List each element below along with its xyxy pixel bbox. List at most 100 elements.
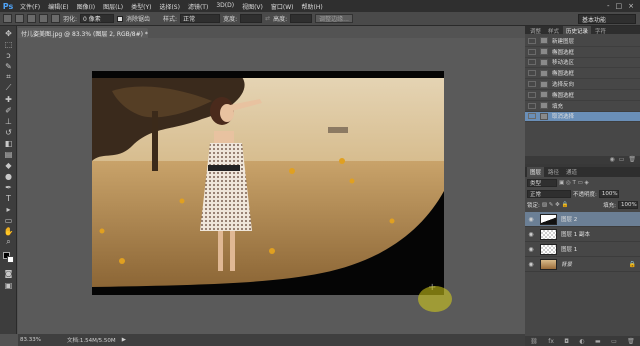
- visibility-eye-icon[interactable]: ◉: [525, 246, 537, 253]
- subtract-selection-icon[interactable]: [39, 14, 48, 23]
- menu-item[interactable]: 编辑(E): [44, 2, 72, 11]
- height-input[interactable]: [290, 14, 313, 23]
- history-source-checkbox[interactable]: [528, 113, 536, 120]
- blur-tool-icon[interactable]: ◆: [3, 160, 14, 170]
- layer-row[interactable]: ◉ 图层 1 副本: [525, 227, 640, 242]
- feather-input[interactable]: 0 像素: [80, 14, 115, 23]
- crop-tool-icon[interactable]: ⌗: [3, 72, 14, 82]
- new-layer-icon[interactable]: ▭: [611, 338, 617, 345]
- history-source-checkbox[interactable]: [528, 91, 536, 98]
- hand-tool-icon[interactable]: ✋: [3, 226, 14, 236]
- maximize-button[interactable]: □: [616, 2, 623, 10]
- history-item[interactable]: 椭圆选框: [525, 47, 640, 58]
- color-swatches-icon[interactable]: [3, 251, 14, 263]
- path-select-icon[interactable]: ▸: [3, 204, 14, 214]
- dodge-tool-icon[interactable]: ●: [3, 171, 14, 181]
- add-mask-icon[interactable]: ◘: [564, 338, 569, 345]
- link-layers-icon[interactable]: ⛓: [530, 338, 538, 345]
- history-item[interactable]: 移动选区: [525, 58, 640, 69]
- close-button[interactable]: ×: [628, 2, 634, 10]
- new-group-icon[interactable]: ▬: [595, 338, 601, 345]
- trash-icon[interactable]: 🗑: [628, 156, 636, 164]
- lasso-tool-icon[interactable]: ↄ: [3, 50, 14, 60]
- marquee-tool-preset-icon[interactable]: [3, 14, 12, 23]
- new-document-icon[interactable]: ▭: [619, 156, 625, 164]
- menu-item[interactable]: 帮助(H): [298, 2, 327, 11]
- height-label: 高度:: [273, 16, 288, 23]
- brush-tool-icon[interactable]: ✐: [3, 105, 14, 115]
- tab-channels[interactable]: 通道: [563, 167, 580, 177]
- width-input[interactable]: [240, 14, 263, 23]
- filter-icons[interactable]: ▣ ◎ T ▭ ◈: [559, 180, 589, 186]
- history-brush-icon[interactable]: ↺: [3, 127, 14, 137]
- history-source-checkbox[interactable]: [528, 102, 536, 109]
- visibility-eye-icon[interactable]: ◉: [525, 231, 537, 238]
- visibility-eye-icon[interactable]: ◉: [525, 261, 537, 268]
- menu-item[interactable]: 文件(F): [16, 2, 44, 11]
- delete-layer-icon[interactable]: 🗑: [627, 338, 635, 345]
- history-item[interactable]: 取消选择: [525, 111, 640, 123]
- menu-item[interactable]: 图像(I): [73, 2, 99, 11]
- history-item[interactable]: 新建图层: [525, 36, 640, 47]
- adjustment-layer-icon[interactable]: ◐: [579, 338, 584, 345]
- gradient-tool-icon[interactable]: ▤: [3, 149, 14, 159]
- visibility-eye-icon[interactable]: ◉: [525, 216, 537, 223]
- menu-item[interactable]: 图层(L): [99, 2, 127, 11]
- history-item[interactable]: 椭圆选框: [525, 90, 640, 101]
- menu-item[interactable]: 窗口(W): [267, 2, 298, 11]
- history-source-checkbox[interactable]: [528, 70, 536, 77]
- eyedropper-icon[interactable]: ⟋: [3, 83, 14, 93]
- workspace-select[interactable]: 基本功能: [578, 14, 636, 24]
- history-item[interactable]: 椭圆选框: [525, 68, 640, 80]
- menu-item[interactable]: 滤镜(T): [184, 2, 212, 11]
- layer-row[interactable]: ◉ 图层 1: [525, 242, 640, 257]
- history-item[interactable]: 选择反向: [525, 79, 640, 90]
- eraser-tool-icon[interactable]: ◧: [3, 138, 14, 148]
- new-snapshot-icon[interactable]: ◉: [609, 156, 614, 164]
- refine-edge-button[interactable]: 调整边缘...: [315, 14, 353, 23]
- menu-item[interactable]: 选择(S): [155, 2, 184, 11]
- layer-row[interactable]: ◉ 图层 2: [525, 212, 640, 227]
- screen-mode-icon[interactable]: ▣: [3, 280, 14, 290]
- antialias-checkbox[interactable]: [117, 15, 124, 22]
- type-tool-icon[interactable]: T: [3, 193, 14, 203]
- layer-style-icon[interactable]: fx: [548, 338, 554, 345]
- tab-paths[interactable]: 路径: [545, 167, 562, 177]
- pen-tool-icon[interactable]: ✒: [3, 182, 14, 192]
- history-source-checkbox[interactable]: [528, 48, 536, 55]
- blend-mode-select[interactable]: 正常: [527, 189, 571, 198]
- style-select[interactable]: 正常: [180, 14, 221, 23]
- swap-icon[interactable]: ⇄: [265, 15, 270, 22]
- history-source-checkbox[interactable]: [528, 37, 536, 44]
- quick-select-icon[interactable]: ✎: [3, 61, 14, 71]
- lock-icons[interactable]: ▨ ✎ ✥ 🔒: [542, 202, 569, 208]
- document-tab[interactable]: 付儿姿美图.jpg @ 83.3% (图层 2, RGB/8#) *: [18, 28, 148, 38]
- intersect-selection-icon[interactable]: [51, 14, 60, 23]
- history-source-checkbox[interactable]: [528, 81, 536, 88]
- layer-row[interactable]: ◉ 背景 🔒: [525, 257, 640, 272]
- minimize-button[interactable]: -: [607, 2, 610, 10]
- clone-stamp-icon[interactable]: ⊥: [3, 116, 14, 126]
- menu-item[interactable]: 视图(V): [238, 2, 267, 11]
- menu-item[interactable]: 类型(Y): [127, 2, 155, 11]
- selection-highlight: [418, 286, 452, 312]
- shape-tool-icon[interactable]: ▭: [3, 215, 14, 225]
- add-selection-icon[interactable]: [27, 14, 36, 23]
- opacity-input[interactable]: 100%: [598, 189, 619, 198]
- zoom-level[interactable]: 83.33%: [20, 337, 41, 343]
- zoom-tool-icon[interactable]: ⌕: [3, 237, 14, 247]
- healing-brush-icon[interactable]: ✚: [3, 94, 14, 104]
- layer-filter-select[interactable]: 类型: [527, 178, 557, 187]
- history-source-checkbox[interactable]: [528, 59, 536, 66]
- new-selection-icon[interactable]: [15, 14, 24, 23]
- fill-input[interactable]: 100%: [618, 200, 638, 209]
- document-image[interactable]: +: [92, 71, 444, 295]
- marquee-tool-icon[interactable]: ⬚: [3, 39, 14, 49]
- canvas-area[interactable]: +: [18, 38, 525, 334]
- tab-layers[interactable]: 图层: [527, 167, 545, 177]
- move-tool-icon[interactable]: ✥: [3, 28, 14, 38]
- quick-mask-icon[interactable]: ◙: [3, 268, 14, 278]
- menu-item[interactable]: 3D(D): [212, 2, 238, 11]
- status-arrow-icon[interactable]: ▶: [122, 337, 126, 343]
- history-item[interactable]: 填充: [525, 101, 640, 112]
